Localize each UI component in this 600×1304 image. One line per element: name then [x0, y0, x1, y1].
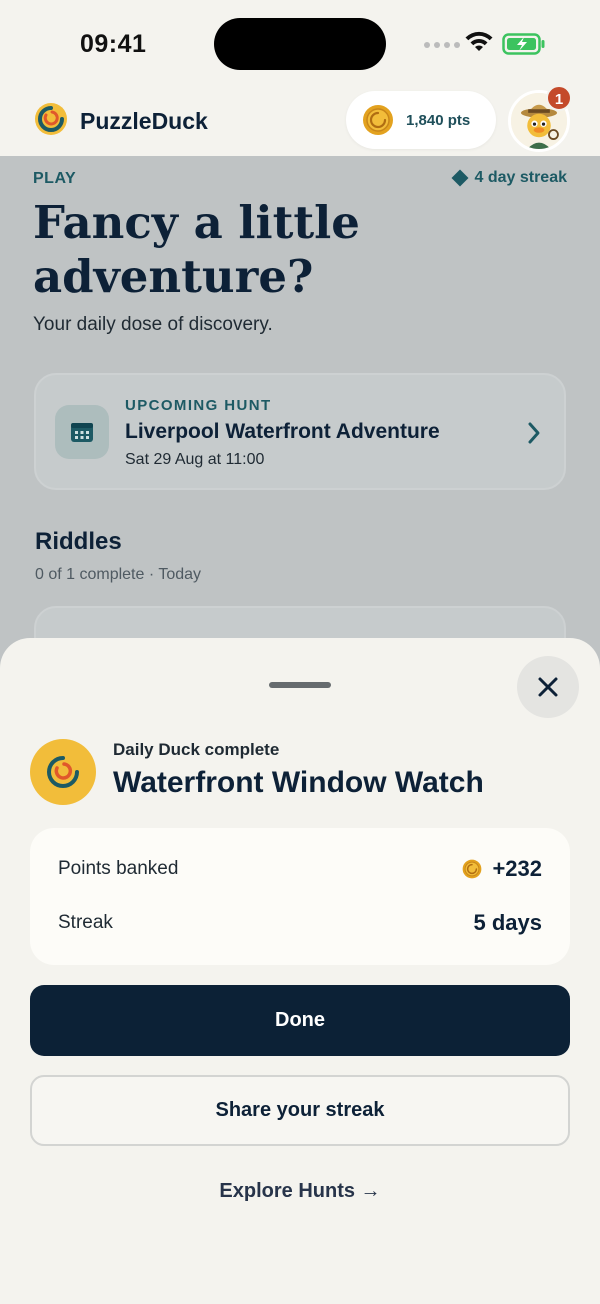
streak-indicator: 4 day streak — [451, 169, 567, 187]
hunt-eyebrow: UPCOMING HUNT — [125, 397, 272, 414]
hero-title-line2: adventure? — [33, 250, 314, 303]
wifi-icon — [465, 31, 493, 51]
brand-name: PuzzleDuck — [80, 108, 208, 134]
battery-icon — [502, 33, 545, 55]
sheet-grabber[interactable] — [269, 682, 331, 688]
upcoming-hunt-card[interactable]: UPCOMING HUNT Liverpool Waterfront Adven… — [34, 373, 566, 490]
hunt-date: Sat 29 Aug at 11:00 — [125, 451, 265, 468]
puzzleduck-logo-icon — [47, 756, 79, 788]
points-pill[interactable]: 1,840 pts — [346, 91, 496, 149]
stats-card: Points banked +232 Streak 5 days — [30, 828, 570, 965]
riddles-progress: 0 of 1 complete · Today — [35, 566, 202, 583]
hero-title: Fancy a little adventure? — [33, 196, 553, 304]
dynamic-island — [214, 18, 386, 70]
points-banked-text: +232 — [492, 856, 542, 881]
streak-label: Streak — [58, 912, 113, 933]
chevron-right-icon — [528, 422, 540, 444]
explore-hunts-link[interactable]: Explore Hunts → — [0, 1180, 600, 1203]
riddles-heading: Riddles — [35, 528, 122, 555]
coin-icon — [363, 105, 393, 135]
sheet-eyebrow: Daily Duck complete — [113, 740, 280, 759]
close-button[interactable] — [517, 656, 579, 718]
cellular-signal-icon — [424, 42, 460, 48]
daily-duck-badge — [30, 739, 96, 805]
points-banked-label: Points banked — [58, 858, 179, 879]
play-screen: PLAY 4 day streak Fancy a little adventu… — [0, 156, 600, 686]
coin-icon — [463, 859, 482, 879]
section-label: PLAY — [33, 170, 77, 187]
hunt-title: Liverpool Waterfront Adventure — [125, 420, 440, 443]
hero-title-line1: Fancy a little — [33, 196, 360, 249]
close-icon — [538, 677, 558, 697]
streak-value: 5 days — [473, 910, 543, 935]
calendar-icon — [71, 423, 93, 442]
done-button[interactable]: Done — [30, 985, 570, 1056]
status-bar: 09:41 — [0, 0, 600, 88]
hero-subtitle: Your daily dose of discovery. — [33, 314, 273, 335]
completion-sheet: Daily Duck complete Waterfront Window Wa… — [0, 638, 600, 1304]
streak-text: 4 day streak — [474, 169, 567, 186]
status-time: 09:41 — [80, 30, 147, 58]
points-value: 1,840 pts — [406, 111, 471, 129]
calendar-icon-box — [55, 405, 109, 459]
share-streak-button[interactable]: Share your streak — [30, 1075, 570, 1146]
points-banked-value: +232 — [462, 856, 542, 882]
diamond-icon — [451, 169, 469, 187]
puzzleduck-logo-icon — [35, 103, 67, 135]
notification-badge: 1 — [546, 85, 572, 111]
sheet-title: Waterfront Window Watch — [113, 766, 484, 799]
app-header: PuzzleDuck 1,840 pts 1 — [0, 85, 600, 156]
